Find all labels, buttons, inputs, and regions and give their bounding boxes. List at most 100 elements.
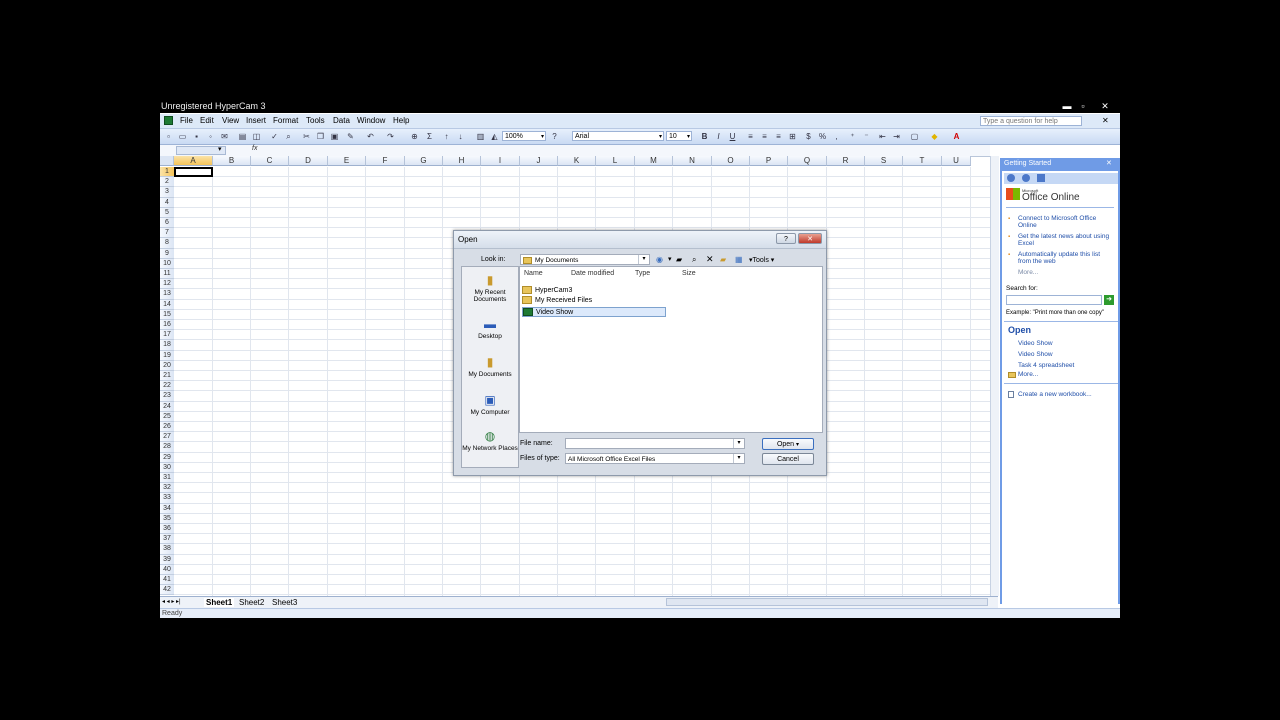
cut-icon[interactable]: ✂: [302, 132, 311, 141]
row-header-5[interactable]: 5: [160, 207, 174, 218]
column-header-d[interactable]: D: [289, 156, 328, 166]
sheet-tab-2[interactable]: Sheet2: [239, 598, 264, 607]
bold-button[interactable]: B: [700, 132, 709, 141]
back-icon[interactable]: ◉: [656, 255, 663, 264]
align-center-icon[interactable]: ≡: [760, 132, 769, 141]
increase-decimal-icon[interactable]: ⁺: [848, 132, 857, 141]
row-header-14[interactable]: 14: [160, 299, 174, 310]
column-size[interactable]: Size: [682, 270, 696, 277]
row-header-37[interactable]: 37: [160, 534, 174, 545]
row-header-32[interactable]: 32: [160, 483, 174, 494]
row-header-4[interactable]: 4: [160, 197, 174, 208]
column-header-n[interactable]: N: [673, 156, 712, 166]
row-header-38[interactable]: 38: [160, 544, 174, 555]
active-cell-a1[interactable]: [174, 167, 213, 177]
align-left-icon[interactable]: ≡: [746, 132, 755, 141]
connect-office-online-link[interactable]: Connect to Microsoft Office Online: [1018, 215, 1114, 229]
row-header-16[interactable]: 16: [160, 320, 174, 331]
row-header-11[interactable]: 11: [160, 269, 174, 280]
auto-update-link[interactable]: Automatically update this list from the …: [1018, 251, 1114, 265]
increase-indent-icon[interactable]: ⇥: [892, 132, 901, 141]
column-header-k[interactable]: K: [558, 156, 596, 166]
row-header-20[interactable]: 20: [160, 360, 174, 371]
column-header-i[interactable]: I: [481, 156, 520, 166]
row-header-33[interactable]: 33: [160, 493, 174, 504]
decrease-indent-icon[interactable]: ⇤: [878, 132, 887, 141]
chevron-down-icon[interactable]: ▾: [218, 145, 222, 153]
menu-file[interactable]: File: [180, 116, 193, 125]
insert-function-button[interactable]: fx: [252, 145, 257, 152]
row-header-25[interactable]: 25: [160, 411, 174, 422]
column-header-m[interactable]: M: [635, 156, 673, 166]
paste-icon[interactable]: ▣: [330, 132, 339, 141]
row-header-31[interactable]: 31: [160, 473, 174, 484]
zoom-combo[interactable]: 100% ▾: [502, 131, 546, 141]
dialog-help-button[interactable]: ?: [776, 233, 796, 244]
align-right-icon[interactable]: ≡: [774, 132, 783, 141]
fill-color-icon[interactable]: ◆: [930, 132, 939, 141]
merge-center-icon[interactable]: ⊞: [788, 132, 797, 141]
hyperlink-icon[interactable]: ⊕: [410, 132, 419, 141]
column-header-b[interactable]: B: [213, 156, 251, 166]
menu-format[interactable]: Format: [273, 116, 298, 125]
row-header-21[interactable]: 21: [160, 371, 174, 382]
row-header-17[interactable]: 17: [160, 330, 174, 341]
italic-button[interactable]: I: [714, 132, 723, 141]
row-header-13[interactable]: 13: [160, 289, 174, 300]
row-header-18[interactable]: 18: [160, 340, 174, 351]
percent-button[interactable]: %: [818, 132, 827, 141]
place-my-recent-documents[interactable]: ▮ My Recent Documents: [462, 273, 518, 303]
back-icon[interactable]: [1007, 174, 1015, 182]
menu-tools[interactable]: Tools: [306, 116, 325, 125]
search-input[interactable]: [1006, 295, 1102, 305]
column-header-l[interactable]: L: [596, 156, 635, 166]
place-my-network-places[interactable]: ◍ My Network Places: [462, 429, 518, 452]
row-header-24[interactable]: 24: [160, 401, 174, 412]
file-list[interactable]: Name Date modified Type Size HyperCam3 M…: [519, 266, 823, 433]
print-preview-icon[interactable]: ◫: [252, 132, 261, 141]
column-header-o[interactable]: O: [712, 156, 750, 166]
row-header-41[interactable]: 41: [160, 575, 174, 586]
close-button[interactable]: ✕: [1099, 101, 1111, 111]
home-icon[interactable]: [1037, 174, 1045, 182]
horizontal-scrollbar[interactable]: [666, 598, 988, 606]
row-header-29[interactable]: 29: [160, 452, 174, 463]
file-item-my-received-files[interactable]: My Received Files: [522, 296, 592, 306]
menu-window[interactable]: Window: [357, 116, 385, 125]
file-name-input[interactable]: ▾: [565, 438, 745, 449]
new-folder-icon[interactable]: ▰: [720, 255, 726, 264]
place-my-computer[interactable]: ▣ My Computer: [462, 393, 518, 416]
menu-edit[interactable]: Edit: [200, 116, 214, 125]
column-header-f[interactable]: F: [366, 156, 405, 166]
column-header-p[interactable]: P: [750, 156, 788, 166]
row-header-30[interactable]: 30: [160, 462, 174, 473]
select-all-corner[interactable]: [160, 156, 174, 166]
column-type[interactable]: Type: [635, 270, 650, 277]
sort-ascending-icon[interactable]: ↑: [442, 132, 451, 141]
latest-news-link[interactable]: Get the latest news about using Excel: [1018, 233, 1114, 247]
undo-icon[interactable]: ↶: [366, 132, 375, 141]
sheet-tab-3[interactable]: Sheet3: [272, 598, 297, 607]
search-web-icon[interactable]: ⌕: [692, 255, 696, 265]
row-header-19[interactable]: 19: [160, 350, 174, 361]
more-link[interactable]: More...: [1018, 269, 1038, 276]
help-search-input[interactable]: Type a question for help: [980, 116, 1082, 126]
column-name[interactable]: Name: [524, 270, 543, 277]
up-folder-icon[interactable]: ▰: [676, 255, 682, 264]
column-header-h[interactable]: H: [443, 156, 481, 166]
column-header-q[interactable]: Q: [788, 156, 827, 166]
maximize-button[interactable]: ▫: [1077, 101, 1089, 111]
column-header-a[interactable]: A: [174, 156, 213, 166]
format-painter-icon[interactable]: ✎: [346, 132, 355, 141]
sheet-nav-arrows[interactable]: ◂ ◂ ▸ ▸|: [162, 598, 181, 605]
place-my-documents[interactable]: ▮ My Documents: [462, 355, 518, 378]
open-more-link[interactable]: More...: [1018, 371, 1038, 378]
row-header-28[interactable]: 28: [160, 442, 174, 453]
borders-icon[interactable]: ▢: [910, 132, 919, 141]
print-icon[interactable]: ▤: [238, 132, 247, 141]
open-button[interactable]: Open ▾: [762, 438, 814, 450]
column-header-j[interactable]: J: [520, 156, 558, 166]
task-pane-close-icon[interactable]: ✕: [1106, 159, 1112, 167]
row-header-6[interactable]: 6: [160, 218, 174, 229]
redo-icon[interactable]: ↷: [386, 132, 395, 141]
